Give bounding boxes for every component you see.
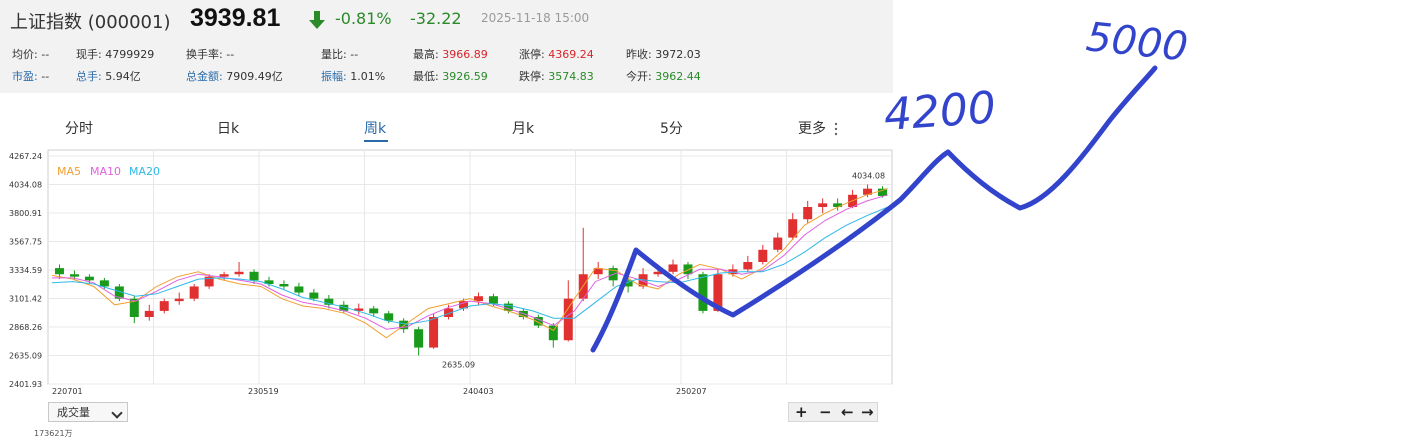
index-name: 上证指数 (000001)	[10, 12, 171, 33]
stat-zongshou: 总手: 5.94亿	[76, 70, 141, 83]
annotation-low: 2635.09	[442, 361, 475, 370]
legend-ma10: MA10	[90, 165, 122, 178]
stat-shiying: 市盈: --	[12, 70, 50, 83]
kline-svg: 4267.24 4034.08 3800.91 3567.75 3334.59 3101.…	[9, 149, 893, 396]
y-tick-label: 2635.09	[9, 352, 42, 361]
candle-body	[668, 264, 678, 272]
y-tick-label: 2868.26	[9, 323, 42, 332]
x-tick-label: 230519	[248, 387, 279, 396]
quote-header: 上证指数 (000001) 3939.81 -0.81% -32.22 2025…	[0, 0, 893, 93]
current-price: 3939.81	[190, 4, 281, 32]
candle-body	[833, 203, 843, 207]
stat-zuigao: 最高: 3966.89	[413, 48, 488, 61]
chart-period-tabs: 分时 日k 周k 月k 5分 更多	[0, 112, 893, 142]
candle-body	[234, 271, 244, 275]
stat-dieting: 跌停: 3574.83	[519, 70, 594, 83]
pan-left-button[interactable]: ←	[841, 403, 854, 421]
handwritten-4200: 4200	[882, 82, 997, 141]
candle-body	[144, 310, 154, 318]
annotation-high: 4034.08	[852, 171, 885, 180]
candle-body	[174, 298, 184, 302]
more-dots-icon[interactable]	[834, 122, 838, 136]
tab-5min[interactable]: 5分	[660, 118, 683, 138]
candle-body	[309, 292, 319, 299]
candle-body	[698, 274, 708, 311]
legend-ma20: MA20	[129, 165, 161, 178]
y-tick-label: 3101.42	[9, 295, 42, 304]
tab-fenshi[interactable]: 分时	[65, 118, 93, 138]
candle-body	[84, 276, 94, 281]
candle-body	[683, 264, 693, 275]
candle-body	[548, 325, 558, 341]
candle-body	[563, 298, 573, 341]
change-percent: -0.81%	[335, 9, 392, 28]
zoom-in-button[interactable]: +	[795, 403, 808, 421]
tab-daily-k[interactable]: 日k	[217, 118, 239, 138]
candle-body	[713, 274, 723, 311]
y-tick-label: 4267.24	[9, 152, 42, 161]
y-tick-label: 4034.08	[9, 180, 42, 189]
tab-more[interactable]: 更多	[798, 118, 826, 138]
candle-body	[743, 262, 753, 270]
candle-body	[818, 203, 828, 207]
candle-body	[414, 329, 424, 348]
stat-liangbi: 量比: --	[321, 48, 359, 61]
stat-zuoshou: 昨收: 3972.03	[626, 48, 701, 61]
x-tick-label: 250207	[676, 387, 707, 396]
stat-xianshou: 现手: 4799929	[76, 48, 155, 61]
candle-body	[279, 284, 289, 287]
handwritten-5000: 5000	[1084, 14, 1190, 70]
candle-body	[54, 268, 64, 275]
tab-weekly-k[interactable]: 周k	[364, 118, 386, 138]
y-tick-label: 3334.59	[9, 266, 42, 275]
legend-ma5: MA5	[57, 165, 82, 178]
active-tab-underline	[364, 140, 388, 142]
kline-chart[interactable]: 4267.24 4034.08 3800.91 3567.75 3334.59 3101.…	[0, 146, 900, 406]
chart-controls: + − ← →	[788, 402, 878, 422]
stat-jinkai: 今开: 3962.44	[626, 70, 701, 83]
y-tick-label: 3567.75	[9, 237, 42, 246]
stat-zuidi: 最低: 3926.59	[413, 70, 488, 83]
volume-indicator-select[interactable]: 成交量	[48, 402, 128, 422]
y-tick-label: 2401.93	[9, 380, 42, 389]
stat-zongjine: 总金额: 7909.49亿	[186, 70, 283, 83]
stat-zhenfu: 振幅: 1.01%	[321, 70, 386, 83]
zoom-out-button[interactable]: −	[819, 403, 832, 421]
stat-huanshoulv: 换手率: --	[186, 48, 235, 61]
candle-body	[294, 286, 304, 293]
tab-monthly-k[interactable]: 月k	[512, 118, 534, 138]
pan-right-button[interactable]: →	[861, 403, 874, 421]
quote-datetime: 2025-11-18 15:00	[481, 11, 590, 25]
candle-body	[653, 271, 663, 275]
candle-body	[758, 249, 768, 263]
candle-body	[773, 237, 783, 250]
candle-body	[369, 308, 379, 314]
candle-body	[488, 296, 498, 304]
candle-body	[803, 206, 813, 220]
candle-body	[159, 301, 169, 311]
candle-body	[99, 280, 109, 287]
stat-junjia: 均价: --	[12, 48, 50, 61]
candle-body	[189, 286, 199, 299]
candle-body	[384, 313, 394, 321]
y-tick-label: 3800.91	[9, 209, 42, 218]
arrow-down-icon	[309, 11, 325, 29]
x-tick-label: 240403	[463, 387, 494, 396]
stat-zhangting: 涨停: 4369.24	[519, 48, 594, 61]
volume-select-label: 成交量	[57, 406, 90, 419]
change-value: -32.22	[410, 9, 462, 28]
candle-body	[249, 271, 259, 281]
volume-axis-label: 173621万	[34, 429, 73, 438]
candle-body	[219, 274, 229, 277]
x-tick-label: 220701	[52, 387, 83, 396]
candle-body	[429, 317, 439, 348]
chevron-down-icon	[111, 407, 123, 419]
candle-body	[69, 274, 79, 277]
